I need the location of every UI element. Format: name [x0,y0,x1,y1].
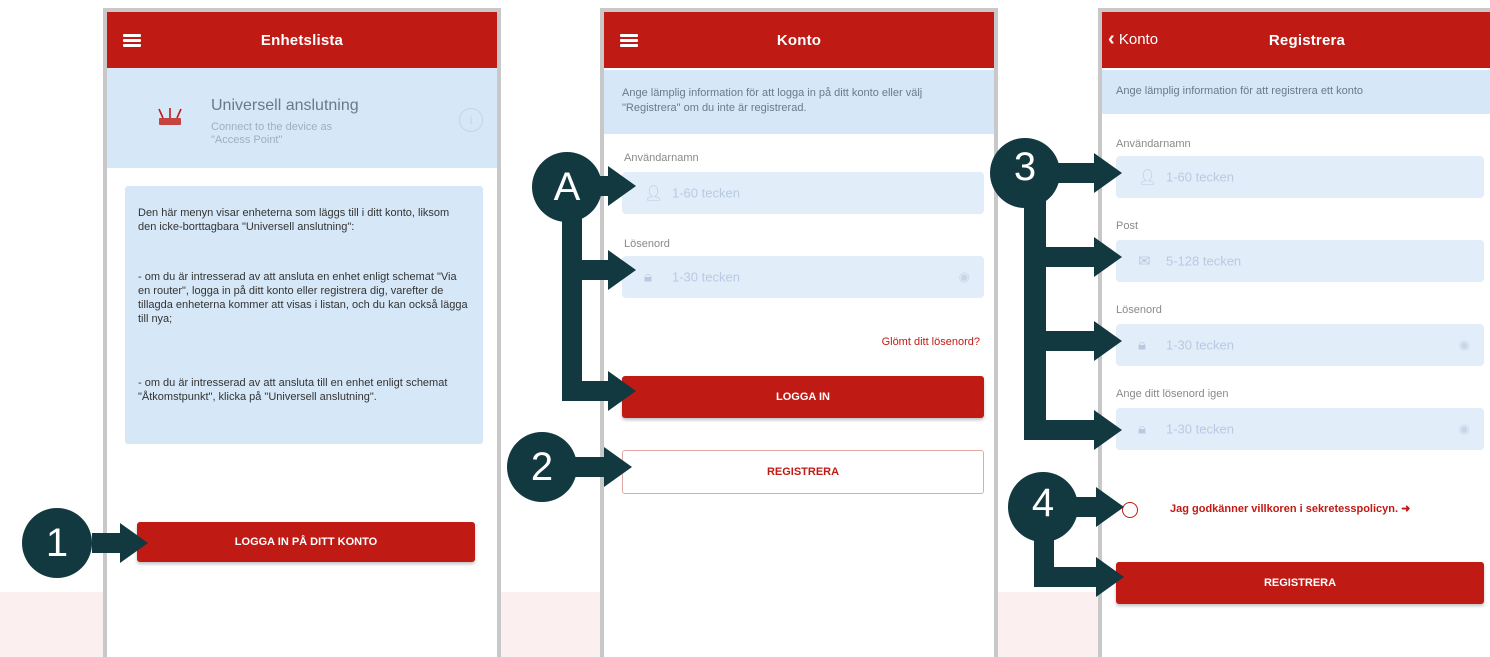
callout-arrow-shaft [562,260,614,280]
username-placeholder: 1-60 tecken [1166,169,1234,185]
mail-icon: ✉ [1138,253,1151,270]
callout-arrow-shaft [1024,420,1100,440]
page-title: Registrera [1268,32,1346,49]
callout-2: 2 [507,432,577,502]
password-confirm-label: Ange ditt lösenord igen [1116,388,1229,400]
username-placeholder: 1-60 tecken [672,185,740,201]
arrow-icon [1096,557,1124,597]
username-label: Användarnamn [624,152,699,164]
header-bar: ‹ Konto Registrera [1102,12,1490,68]
screen-account: Konto Ange lämplig information för att l… [600,8,998,657]
arrow-icon [608,371,636,411]
header-bar: Konto [604,12,994,68]
router-icon [158,108,182,125]
password-confirm-placeholder: 1-30 tecken [1166,421,1234,437]
arrow-icon [608,166,636,206]
info-text: Ange lämplig information för att logga i… [622,87,923,114]
chevron-left-icon: ‹ [1108,28,1115,50]
callout-3: 3 [990,138,1060,208]
consent-checkbox[interactable] [1122,502,1138,518]
callout-arrow-shaft [1024,331,1100,351]
arrow-icon [1094,237,1122,277]
consent-label: Jag godkänner villkoren i sekretesspolic… [1170,503,1399,515]
info-banner: Ange lämplig information för att logga i… [604,70,994,134]
page-title: Konto [776,32,822,49]
lock-icon: 🔒︎ [1138,336,1146,354]
arrow-icon [1094,410,1122,450]
callout-1: 1 [22,508,92,578]
info-text: Ange lämplig information för att registr… [1116,85,1364,97]
password-confirm-input[interactable]: 🔒︎ 1-30 tecken ◉ [1116,408,1484,450]
help-paragraph-3: - om du är intresserad av att ansluta ti… [138,377,448,403]
user-icon: 👤︎ [1138,169,1158,186]
callout-arrow-shaft [562,381,614,401]
lock-icon: 🔒︎ [644,268,652,286]
callout-connector [562,205,582,401]
email-input[interactable]: ✉ 5-128 tecken [1116,240,1484,282]
device-name: Universell anslutning [211,97,359,114]
arrow-icon [1096,487,1124,527]
help-paragraph-2: - om du är intresserad av att ansluta en… [138,271,468,325]
register-button[interactable]: REGISTRERA [622,450,984,494]
lock-icon: 🔒︎ [1138,420,1146,438]
arrow-icon [1094,321,1122,361]
callout-connector [1024,200,1046,440]
eye-icon[interactable]: ◉ [959,269,970,285]
info-icon[interactable]: i [459,108,483,132]
password-placeholder: 1-30 tecken [1166,337,1234,353]
device-subtitle-2: "Access Point" [211,134,283,146]
help-paragraph-1: Den här menyn visar enheterna som läggs … [138,207,450,233]
eye-icon[interactable]: ◉ [1459,337,1470,353]
arrow-icon [1094,153,1122,193]
consent-text[interactable]: Jag godkänner villkoren i sekretesspolic… [1170,502,1410,515]
page-title: Enhetslista [260,32,344,49]
user-icon: 👤︎ [644,185,664,202]
username-input[interactable]: 👤︎ 1-60 tecken [1116,156,1484,198]
register-submit-button[interactable]: REGISTRERA [1116,562,1484,604]
email-placeholder: 5-128 tecken [1166,253,1242,269]
screen-register: ‹ Konto Registrera Ange lämplig informat… [1098,8,1490,657]
header-bar: Enhetslista [107,12,497,68]
password-input[interactable]: 🔒︎ 1-30 tecken ◉ [1116,324,1484,366]
info-banner: Ange lämplig information för att registr… [1102,70,1490,114]
screen-device-list: Enhetslista Universell anslutning Connec… [103,8,501,657]
login-button[interactable]: LOGGA IN [622,376,984,418]
eye-icon[interactable]: ◉ [1459,421,1470,437]
arrow-icon [604,447,632,487]
password-placeholder: 1-30 tecken [672,269,740,285]
password-label: Lösenord [624,238,670,250]
username-input[interactable]: 👤︎ 1-60 tecken [622,172,984,214]
callout-arrow-shaft [92,533,122,553]
password-label: Lösenord [1116,304,1162,316]
login-account-button[interactable]: LOGGA IN PÅ DITT KONTO [137,522,475,562]
arrow-icon [120,523,148,563]
arrow-icon [608,250,636,290]
arrow-icon: ➜ [1398,503,1411,515]
username-label: Användarnamn [1116,138,1191,150]
help-box: Den här menyn visar enheterna som läggs … [125,186,483,444]
callout-arrow-shaft [1024,247,1100,267]
callout-arrow-shaft [1034,567,1102,587]
forgot-password-link[interactable]: Glömt ditt lösenord? [882,336,980,348]
password-input[interactable]: 🔒︎ 1-30 tecken ◉ [622,256,984,298]
device-row[interactable]: Universell anslutning Connect to the dev… [107,68,497,168]
email-label: Post [1116,220,1139,232]
